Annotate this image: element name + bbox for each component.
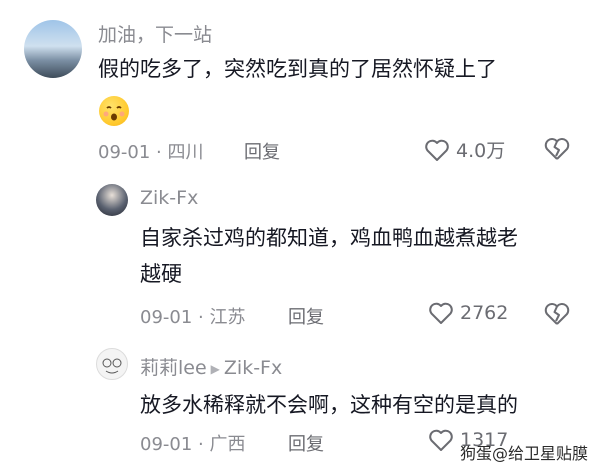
comment-date-location: 09-01 · 广西 xyxy=(140,434,246,455)
comment-text: 自家杀过鸡的都知道，鸡血鸭血越煮越老 xyxy=(140,226,518,250)
comment-date-location: 09-01 · 四川 xyxy=(98,142,204,163)
heart-icon xyxy=(425,139,449,161)
comment-text-line-2: 越硬 xyxy=(140,262,182,286)
heart-icon xyxy=(429,429,453,451)
avatar[interactable] xyxy=(96,184,128,216)
reply-to-username[interactable]: Zik-Fx xyxy=(224,357,282,379)
comment-date-location: 09-01 · 江苏 xyxy=(140,307,246,328)
comment-text: 假的吃多了，突然吃到真的了居然怀疑上了 xyxy=(98,57,497,81)
like-count: 2762 xyxy=(460,302,509,324)
like-button[interactable]: 2762 xyxy=(428,301,508,325)
comment-text: 放多水稀释就不会啊，这种有空的是真的 xyxy=(140,393,518,417)
broken-heart-icon[interactable] xyxy=(543,136,571,162)
reply-button[interactable]: 回复 xyxy=(288,303,324,329)
avatar[interactable] xyxy=(24,20,82,78)
comment-username-row: 莉莉lee ▶ Zik-Fx xyxy=(140,353,282,380)
comment-username[interactable]: Zik-Fx xyxy=(140,187,198,209)
like-count: 4.0万 xyxy=(456,140,506,162)
watermark: 狗蛋@给卫星贴膜 xyxy=(459,444,588,463)
face-with-open-mouth-sweat-emoji xyxy=(99,96,129,126)
comment-username[interactable]: 加油，下一站 xyxy=(98,20,212,47)
avatar[interactable] xyxy=(96,348,128,380)
like-button[interactable]: 4.0万 xyxy=(424,136,505,163)
heart-icon xyxy=(429,302,453,324)
comment-1: 加油，下一站 假的吃多了，突然吃到真的了居然怀疑上了 09-01 · 四川 回复… xyxy=(0,0,600,180)
comment-username[interactable]: 莉莉lee xyxy=(140,357,207,379)
reply-button[interactable]: 回复 xyxy=(244,138,280,164)
comment-2: Zik-Fx 自家杀过鸡的都知道，鸡血鸭血越煮越老 越硬 09-01 · 江苏 … xyxy=(0,180,600,340)
reply-button[interactable]: 回复 xyxy=(288,430,324,456)
play-triangle-icon: ▶ xyxy=(210,361,220,376)
broken-heart-icon[interactable] xyxy=(543,301,571,327)
